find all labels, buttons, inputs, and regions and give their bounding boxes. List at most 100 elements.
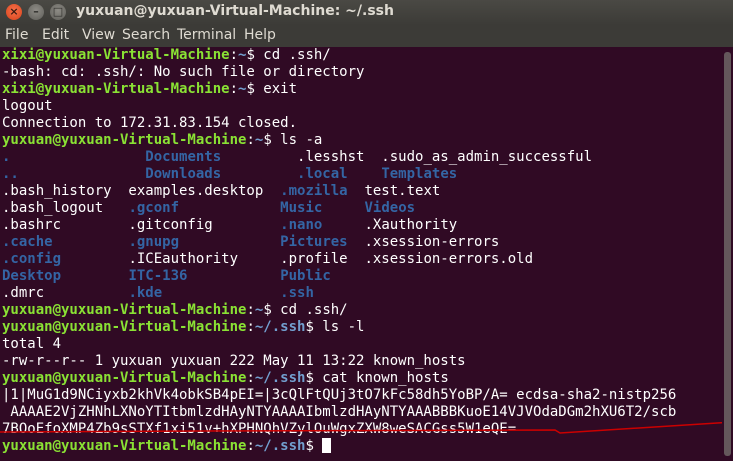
terminal-line: logout [2, 98, 53, 115]
prompt-user-host: yuxuan@yuxuan-Virtual-Machine [2, 132, 247, 148]
terminal-text: $ exit [246, 81, 298, 97]
directory-name: .local [297, 166, 348, 182]
terminal-text: $ ls -a [263, 132, 323, 148]
menu-bar: File Edit View Search Terminal Help [0, 25, 733, 47]
terminal-line: .bash_history examples.desktop .mozilla … [2, 183, 440, 200]
terminal-text: .bash_history examples.desktop [2, 183, 281, 199]
title-bar[interactable]: × – □ yuxuan@yuxuan-Virtual-Machine: ~/.… [0, 0, 733, 25]
terminal-text: $ ls -l [305, 319, 365, 335]
close-button[interactable]: × [6, 4, 22, 20]
maximize-icon: □ [52, 5, 64, 18]
terminal-line: xixi@yuxuan-Virtual-Machine:~$ cd .ssh/ [2, 47, 331, 64]
terminal-text: : [229, 47, 239, 63]
maximize-button[interactable]: □ [50, 4, 66, 20]
terminal-window: × – □ yuxuan@yuxuan-Virtual-Machine: ~/.… [0, 0, 733, 461]
directory-name: Public [280, 268, 331, 284]
terminal-text: .ICEauthority .profile .xsession-errors.… [61, 251, 534, 267]
text-cursor [322, 438, 332, 453]
terminal-line: .bashrc .gitconfig .nano .Xauthority [2, 217, 457, 234]
directory-name: Music [280, 200, 323, 216]
terminal-line: xixi@yuxuan-Virtual-Machine:~$ exit [2, 81, 297, 98]
directory-name: .. [2, 166, 19, 182]
terminal-text: Connection to 172.31.83.154 closed. [2, 115, 298, 131]
directory-name: Videos [364, 200, 416, 216]
prompt-user-host: xixi@yuxuan-Virtual-Machine [2, 47, 230, 63]
terminal-line: AAAAE2VjZHNhLXNoYTItbmlzdHAyNTYAAAAIbmlz… [2, 404, 676, 421]
directory-name: .gconf [128, 200, 180, 216]
directory-name: .nano [280, 217, 323, 233]
terminal-output[interactable]: xixi@yuxuan-Virtual-Machine:~$ cd .ssh/-… [0, 47, 720, 461]
prompt-user-host: yuxuan@yuxuan-Virtual-Machine [2, 302, 247, 318]
menu-edit[interactable]: Edit [42, 27, 69, 43]
terminal-text: .dmrc [2, 285, 129, 301]
terminal-line: -bash: cd: .ssh/: No such file or direct… [2, 64, 364, 81]
directory-name: Templates [381, 166, 458, 182]
terminal-text: AAAAE2VjZHNhLXNoYTItbmlzdHAyNTYAAAAIbmlz… [2, 404, 677, 420]
terminal-line: yuxuan@yuxuan-Virtual-Machine:~$ ls -a [2, 132, 322, 149]
terminal-line: yuxuan@yuxuan-Virtual-Machine:~$ cd .ssh… [2, 302, 348, 319]
directory-name: .mozilla [280, 183, 348, 199]
terminal-text: : [246, 132, 255, 148]
prompt-user-host: yuxuan@yuxuan-Virtual-Machine [2, 438, 247, 454]
terminal-text: logout [2, 98, 53, 114]
terminal-line: .cache .gnupg Pictures .xsession-errors [2, 234, 499, 251]
menu-terminal[interactable]: Terminal [177, 27, 236, 43]
terminal-text: .xsession-errors [347, 234, 500, 250]
menu-view[interactable]: View [82, 27, 115, 43]
terminal-line: .. Downloads .local Templates [2, 166, 457, 183]
terminal-text: $ [305, 438, 323, 454]
terminal-text: $ cd .ssh/ [263, 302, 348, 318]
terminal-text: total 4 [2, 336, 62, 352]
terminal-text: test.text [347, 183, 441, 199]
directory-name: .kde [128, 285, 163, 301]
terminal-line: yuxuan@yuxuan-Virtual-Machine:~/.ssh$ ca… [2, 370, 449, 387]
terminal-text: |1|MuG1d9NCiyxb2khVk4obkSB4pEI=|3cQlFtQU… [2, 387, 677, 403]
terminal-text: $ cd .ssh/ [246, 47, 331, 63]
prompt-path: ~/.ssh [254, 370, 306, 386]
red-annotation-underline [0, 421, 733, 434]
terminal-text: : [246, 438, 255, 454]
directory-name: .config [2, 251, 62, 267]
terminal-text: : [246, 319, 255, 335]
directory-name: .gnupg [128, 234, 180, 250]
terminal-text: .bashrc .gitconfig [2, 217, 281, 233]
terminal-line: .dmrc .kde .ssh [2, 285, 314, 302]
terminal-text: .lesshst .sudo_as_admin_successful [221, 149, 593, 165]
terminal-line: yuxuan@yuxuan-Virtual-Machine:~/.ssh$ ls… [2, 319, 364, 336]
prompt-path: ~/.ssh [254, 438, 306, 454]
menu-help[interactable]: Help [244, 27, 276, 43]
prompt-user-host: yuxuan@yuxuan-Virtual-Machine [2, 370, 247, 386]
minimize-icon: – [33, 5, 39, 18]
menu-file[interactable]: File [5, 27, 28, 43]
minimize-button[interactable]: – [28, 4, 44, 20]
directory-name: Pictures [280, 234, 348, 250]
close-icon: × [9, 5, 19, 18]
terminal-text: -rw-r--r-- 1 yuxuan yuxuan 222 May 11 13… [2, 353, 466, 369]
terminal-line: . Documents .lesshst .sudo_as_admin_succ… [2, 149, 592, 166]
terminal-text: .bash_logout [2, 200, 129, 216]
terminal-line: Desktop ITC-136 Public [2, 268, 331, 285]
scrollbar[interactable] [722, 47, 733, 461]
terminal-text: : [246, 370, 255, 386]
directory-name: Downloads [145, 166, 222, 182]
scrollbar-thumb[interactable] [724, 52, 731, 456]
terminal-text: -bash: cd: .ssh/: No such file or direct… [2, 64, 365, 80]
menu-search[interactable]: Search [122, 27, 170, 43]
terminal-line: total 4 [2, 336, 61, 353]
terminal-line: .bash_logout .gconf Music Videos [2, 200, 415, 217]
prompt-user-host: yuxuan@yuxuan-Virtual-Machine [2, 319, 247, 335]
terminal-line: |1|MuG1d9NCiyxb2khVk4obkSB4pEI=|3cQlFtQU… [2, 387, 676, 404]
directory-name: .ssh [280, 285, 314, 301]
terminal-line: Connection to 172.31.83.154 closed. [2, 115, 297, 132]
terminal-text: : [246, 302, 255, 318]
